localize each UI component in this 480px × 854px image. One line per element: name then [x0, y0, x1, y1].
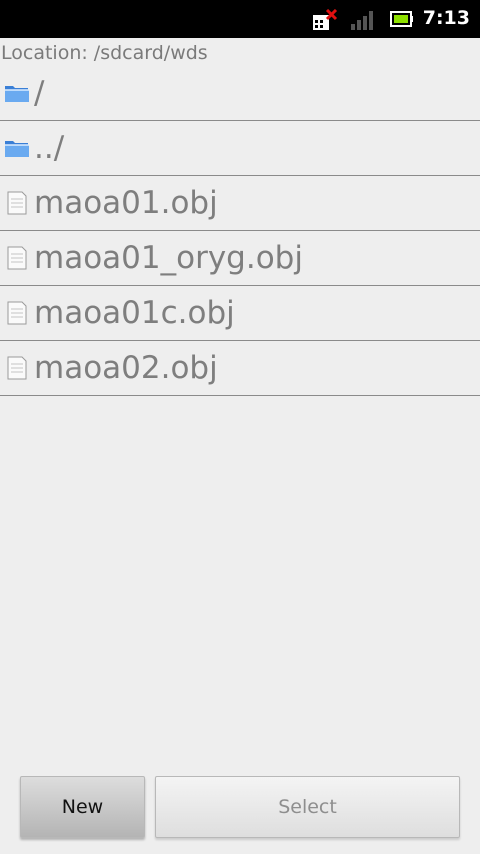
file-name: ../	[34, 130, 65, 166]
file-icon	[7, 356, 27, 380]
list-item[interactable]: /	[0, 66, 480, 121]
status-time: 7:13	[422, 7, 470, 29]
select-button[interactable]: Select	[155, 776, 460, 838]
list-item[interactable]: maoa01c.obj	[0, 286, 480, 341]
file-icon	[7, 246, 27, 270]
file-icon	[7, 191, 27, 215]
sim-missing-icon	[313, 9, 338, 30]
list-item[interactable]: ../	[0, 121, 480, 176]
list-item[interactable]: maoa01_oryg.obj	[0, 231, 480, 286]
file-list: / ../ maoa01.obj maoa01_oryg.obj maoa01c…	[0, 66, 480, 396]
file-name: /	[34, 75, 45, 111]
file-name: maoa01_oryg.obj	[34, 240, 303, 276]
list-item[interactable]: maoa01.obj	[0, 176, 480, 231]
signal-icon	[351, 11, 373, 30]
file-name: maoa01.obj	[34, 185, 218, 221]
file-name: maoa02.obj	[34, 350, 218, 386]
file-name: maoa01c.obj	[34, 295, 235, 331]
status-bar: 7:13	[0, 0, 480, 38]
list-item[interactable]: maoa02.obj	[0, 341, 480, 396]
new-button[interactable]: New	[20, 776, 145, 838]
folder-icon	[5, 86, 29, 102]
battery-icon	[390, 11, 413, 27]
folder-icon	[5, 141, 29, 157]
file-icon	[7, 301, 27, 325]
location-label: Location: /sdcard/wds	[1, 42, 208, 64]
button-bar: New Select	[0, 772, 480, 842]
